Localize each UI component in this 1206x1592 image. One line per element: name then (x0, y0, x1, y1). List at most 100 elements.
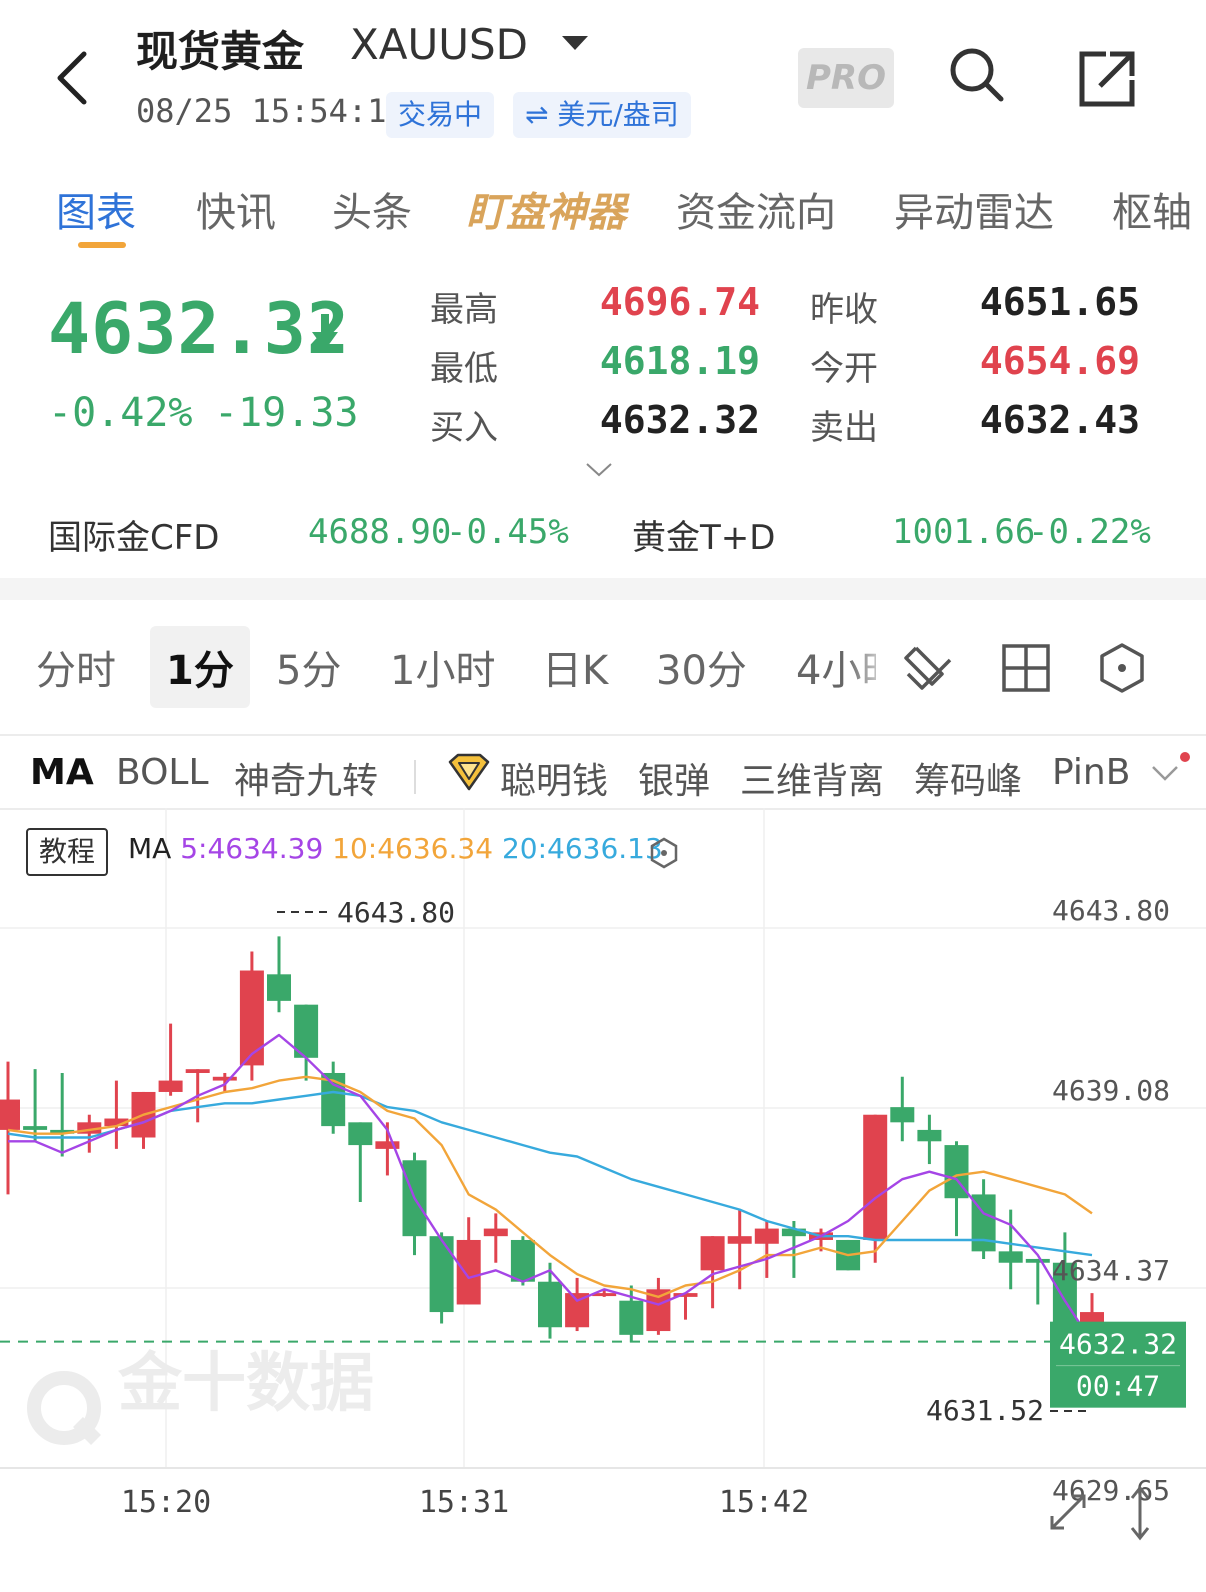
layout-grid-icon[interactable] (998, 640, 1054, 696)
symbol-dropdown-icon[interactable] (562, 36, 588, 50)
trading-status-badge: 交易中 (386, 92, 495, 138)
ma-legend: MA 5:4634.39 10:4636.34 20:4636.13 (128, 832, 663, 865)
candle-body (890, 1107, 915, 1123)
candle-body (863, 1114, 888, 1240)
related-change-td: -0.22% (1028, 512, 1151, 552)
back-arrow-icon[interactable] (48, 48, 98, 108)
tab-market-watch[interactable]: 盯盘神器 (466, 180, 626, 238)
candle-body (727, 1236, 752, 1244)
candle-body (185, 1069, 210, 1073)
news-ticker-peek (0, 1560, 1206, 1592)
share-icon[interactable] (1076, 48, 1138, 110)
stat-label-open: 今开 (810, 349, 878, 389)
draw-tool-icon[interactable] (902, 640, 958, 696)
stat-label-low: 最低 (430, 349, 498, 389)
y-axis: 4643.80 4639.08 4634.37 4629.65 4632.32 00:47 (1050, 894, 1186, 1507)
ma5-value: 5:4634.39 (180, 832, 324, 865)
candle-body (267, 974, 291, 1001)
y-tick-label: 4643.80 (1052, 894, 1170, 927)
ma10-value: 10:4636.34 (332, 832, 494, 865)
tutorial-button[interactable]: 教程 (26, 828, 108, 876)
stat-value-high: 4696.74 (599, 280, 760, 324)
change-amount: -19.33 (214, 390, 359, 436)
candle-body (23, 1126, 48, 1130)
candle-body (754, 1228, 779, 1244)
period-timeshare[interactable]: 分时 (36, 638, 116, 696)
y-tick-label: 4639.08 (1052, 1074, 1170, 1107)
tab-anomaly-radar[interactable]: 异动雷达 (894, 180, 1054, 238)
last-price-badge-value: 4632.32 (1059, 1328, 1177, 1361)
ma20-value: 20:4636.13 (501, 832, 663, 865)
indicator-td9[interactable]: 神奇九转 (234, 752, 378, 804)
vertical-zoom-icon[interactable] (1130, 1485, 1150, 1541)
period-1m[interactable]: 1分 (166, 638, 234, 696)
candle-body (998, 1251, 1023, 1263)
section-divider (0, 578, 1206, 600)
stat-value-open: 4654.69 (979, 339, 1140, 383)
candle-body (0, 1099, 20, 1130)
indicator-ma[interactable]: MA (30, 752, 94, 793)
candle-body (456, 1239, 481, 1305)
active-tab-indicator (78, 242, 126, 248)
candle-body (375, 1141, 400, 1149)
price-down-arrow-icon (312, 314, 338, 350)
expand-chevron-icon[interactable] (584, 460, 614, 480)
change-percent: -0.42% (48, 390, 193, 436)
tab-pivot[interactable]: 枢轴 (1112, 180, 1192, 238)
stat-value-ask: 4632.43 (979, 398, 1140, 442)
period-1h[interactable]: 1小时 (390, 638, 495, 696)
related-name-cfd[interactable]: 国际金CFD (48, 510, 219, 559)
indicator-boll[interactable]: BOLL (116, 752, 209, 793)
indicator-silver-bullet[interactable]: 银弹 (638, 752, 710, 804)
y-tick-label: 4634.37 (1052, 1254, 1170, 1287)
candle-body (239, 970, 264, 1066)
more-indicators-icon[interactable] (1150, 762, 1180, 784)
candle-countdown: 00:47 (1076, 1370, 1160, 1403)
period-scroll-fade (846, 630, 896, 700)
high-marker-label: 4643.80 (337, 896, 455, 929)
x-axis: 15:20 15:31 15:42 (121, 1485, 809, 1520)
notification-dot (1180, 752, 1190, 762)
candle-body (348, 1122, 373, 1146)
search-icon[interactable] (946, 44, 1008, 106)
currency-unit-toggle[interactable]: ⇌ 美元/盎司 (513, 92, 691, 138)
related-value-cfd: 4688.90 (308, 512, 452, 552)
indicator-3d-divergence[interactable]: 三维背离 (740, 752, 884, 804)
tab-chart[interactable]: 图表 (56, 180, 136, 238)
ma-legend-label: MA (128, 832, 172, 865)
related-value-td: 1001.66 (892, 512, 1036, 552)
candle-body (212, 1076, 237, 1081)
instrument-title: 现货黄金 (136, 27, 305, 76)
period-5m[interactable]: 5分 (276, 638, 341, 696)
candle-body (700, 1236, 725, 1271)
stat-label-bid: 买入 (430, 408, 498, 448)
stat-value-prev-close: 4651.65 (979, 280, 1140, 324)
candle-body (483, 1228, 508, 1237)
related-change-cfd: -0.45% (446, 512, 569, 552)
diamond-vip-icon (448, 753, 490, 791)
tab-headlines[interactable]: 头条 (332, 180, 412, 238)
indicator-chip-peak[interactable]: 筹码峰 (914, 752, 1022, 804)
indicator-smart-money[interactable]: 聪明钱 (500, 752, 608, 804)
candle-body (619, 1300, 644, 1335)
instrument-symbol[interactable]: XAUUSD (350, 20, 528, 69)
x-tick-label: 15:31 (419, 1485, 509, 1520)
period-30m[interactable]: 30分 (656, 638, 747, 696)
y-tick-label: 4629.65 (1052, 1474, 1170, 1507)
candle-body (510, 1239, 535, 1282)
tab-fund-flow[interactable]: 资金流向 (676, 180, 836, 238)
pro-button[interactable]: PRO (798, 48, 894, 108)
stat-value-bid: 4632.32 (599, 398, 760, 442)
x-tick-label: 15:42 (719, 1485, 809, 1520)
periods-divider (0, 734, 1206, 736)
period-daily[interactable]: 日K (542, 638, 608, 696)
related-name-td[interactable]: 黄金T+D (632, 510, 775, 559)
watermark-text: 金十数据 (117, 1347, 374, 1421)
ma-settings-icon[interactable] (648, 836, 680, 870)
indicator-pinbar[interactable]: PinB (1052, 752, 1130, 793)
last-price: 4632.32 (48, 288, 351, 370)
candlestick-chart[interactable]: 金十数据 4643.80 4631.52 4643.80 4639.08 4634.3… (0, 800, 1206, 1560)
indicator-separator (414, 760, 416, 794)
settings-hex-icon[interactable] (1094, 640, 1150, 696)
tab-flash-news[interactable]: 快讯 (196, 180, 276, 238)
